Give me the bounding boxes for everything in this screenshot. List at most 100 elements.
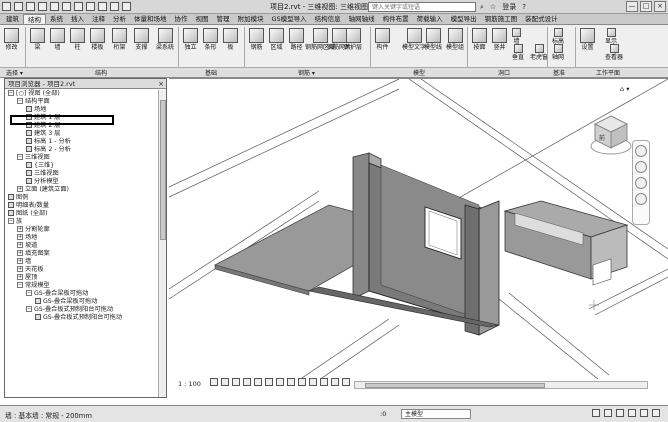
level-tool[interactable]: 标高 [552, 28, 564, 45]
collapse-icon[interactable]: − [17, 282, 23, 288]
close-hidden-icon[interactable] [122, 2, 131, 11]
constraints-icon[interactable] [342, 378, 350, 386]
component-tool[interactable]: 构件 [375, 28, 390, 51]
tab-insert[interactable]: 插入 [67, 14, 88, 24]
path-tool[interactable]: 路径 [289, 28, 304, 51]
show-workplane-tool[interactable]: 显示 [605, 28, 617, 45]
slab-foundation-tool[interactable]: 板 [223, 28, 238, 51]
collapse-icon[interactable]: − [26, 306, 32, 312]
shadows-icon[interactable] [243, 378, 251, 386]
zoom-icon[interactable] [635, 161, 647, 173]
show-crop-icon[interactable] [276, 378, 284, 386]
browser-tree-item[interactable]: GS-叠合板式预制阳台可拖动 [5, 314, 157, 322]
view-cube[interactable]: 前 [589, 112, 633, 160]
dormer-tool[interactable]: 老虎窗 [530, 44, 548, 61]
collapse-icon[interactable]: − [26, 290, 32, 296]
browser-tree-item[interactable]: − 结构平面 [5, 98, 157, 106]
browser-scrollbar[interactable] [158, 90, 166, 397]
browser-tree-item[interactable]: + 屋顶 [5, 274, 157, 282]
tab-architecture[interactable]: 建筑 [2, 14, 23, 24]
select-underlay-icon[interactable] [604, 409, 612, 417]
scrollbar-thumb[interactable] [160, 100, 166, 240]
temp-hide-icon[interactable] [298, 378, 306, 386]
analysis-icon[interactable] [320, 378, 328, 386]
3d-view-icon[interactable] [98, 2, 107, 11]
wall-foundation-tool[interactable]: 条形 [203, 28, 218, 51]
close-button[interactable]: × [654, 1, 666, 12]
crop-view-icon[interactable] [265, 378, 273, 386]
browser-tree-item[interactable]: 分析模型 [5, 178, 157, 186]
wall-tool[interactable]: 墙 [50, 28, 65, 51]
browser-tree-item[interactable]: − GS-叠合板式预制阳台可拖动 [5, 306, 157, 314]
active-model-dropdown[interactable]: 主模型 [401, 409, 471, 419]
browser-tree-item[interactable]: + 墙 [5, 258, 157, 266]
grid-tool[interactable]: 轴网 [552, 44, 564, 61]
viewer-tool[interactable]: 查看器 [605, 44, 623, 61]
browser-tree-item[interactable]: 图纸 (全部) [5, 210, 157, 218]
hscroll-thumb[interactable] [365, 383, 545, 388]
tab-collaborate[interactable]: 协作 [171, 14, 192, 24]
orbit-icon[interactable] [635, 177, 647, 189]
truss-tool[interactable]: 桁架 [112, 28, 127, 51]
steering-wheel-icon[interactable] [635, 145, 647, 157]
browser-tree-item[interactable]: 标高 2 - 分析 [5, 146, 157, 154]
expand-icon[interactable]: + [17, 242, 23, 248]
brace-tool[interactable]: 支撑 [134, 28, 149, 51]
signin-link[interactable]: 登录 [502, 2, 516, 12]
browser-tree-item[interactable]: + 坡道 [5, 242, 157, 250]
expand-icon[interactable]: + [17, 234, 23, 240]
minimize-button[interactable]: — [626, 1, 638, 12]
collapse-icon[interactable]: − [8, 90, 14, 96]
vertical-opening-tool[interactable]: 垂直 [512, 44, 524, 61]
tab-analyze[interactable]: 分析 [109, 14, 130, 24]
reveal-hidden-icon[interactable] [309, 378, 317, 386]
browser-tree-item[interactable]: − 族 [5, 218, 157, 226]
maximize-button[interactable]: □ [640, 1, 652, 12]
navigation-bar[interactable] [632, 140, 650, 225]
viewport-hud-icons[interactable]: ⌂ ▾ [620, 85, 629, 93]
beam-tool[interactable]: 梁 [30, 28, 45, 51]
tab-rebar-drawing[interactable]: 钢筋施工图 [481, 14, 522, 24]
pan-icon[interactable] [635, 193, 647, 205]
tab-components[interactable]: 构件布置 [379, 14, 413, 24]
cover-tool[interactable]: 保护层 [344, 28, 362, 51]
tab-view[interactable]: 视图 [192, 14, 213, 24]
expand-icon[interactable]: + [17, 258, 23, 264]
panel-rebar[interactable]: 钢筋 ▾ [298, 68, 315, 77]
browser-tree-item[interactable]: 明细表/数量 [5, 202, 157, 210]
tab-systems[interactable]: 系统 [46, 14, 67, 24]
drag-elements-icon[interactable] [640, 409, 648, 417]
tab-export[interactable]: 模型导出 [447, 14, 481, 24]
select-pinned-icon[interactable] [616, 409, 624, 417]
column-tool[interactable]: 柱 [70, 28, 85, 51]
detail-level-icon[interactable] [210, 378, 218, 386]
browser-tree-item[interactable]: + 场地 [5, 234, 157, 242]
tab-annotate[interactable]: 注释 [88, 14, 109, 24]
panel-select[interactable]: 选择 ▾ [6, 68, 23, 77]
by-face-tool[interactable]: 按面 [472, 28, 487, 51]
set-workplane-tool[interactable]: 设置 [580, 28, 595, 51]
section-icon[interactable] [110, 2, 119, 11]
tab-manage[interactable]: 管理 [213, 14, 234, 24]
browser-tree-item[interactable]: − 三维视图 [5, 154, 157, 162]
tab-struct-info[interactable]: 结构信息 [311, 14, 345, 24]
undo-icon[interactable] [38, 2, 47, 11]
open-icon[interactable] [14, 2, 23, 11]
expand-icon[interactable]: + [17, 226, 23, 232]
rebar-tool[interactable]: 钢筋 [249, 28, 264, 51]
browser-tree-item[interactable]: − 常规模型 [5, 282, 157, 290]
view-scale[interactable]: 1 : 100 [178, 380, 201, 388]
browser-tree-item[interactable]: GS-叠合梁板可拖动 [5, 298, 157, 306]
tab-prefab[interactable]: 装配式设计 [521, 14, 562, 24]
tab-structure[interactable]: 结构 [23, 14, 46, 24]
tab-grid[interactable]: 轴网轴线 [345, 14, 379, 24]
expand-icon[interactable]: + [17, 266, 23, 272]
wall-opening-tool[interactable]: 墙 [512, 28, 521, 45]
collapse-icon[interactable]: − [17, 98, 23, 104]
binoculars-icon[interactable]: ⌕ [480, 3, 484, 12]
print-icon[interactable] [62, 2, 71, 11]
save-icon[interactable] [26, 2, 35, 11]
modify-tool[interactable]: 修改 [4, 28, 19, 51]
expand-icon[interactable]: + [17, 250, 23, 256]
render-icon[interactable] [254, 378, 262, 386]
